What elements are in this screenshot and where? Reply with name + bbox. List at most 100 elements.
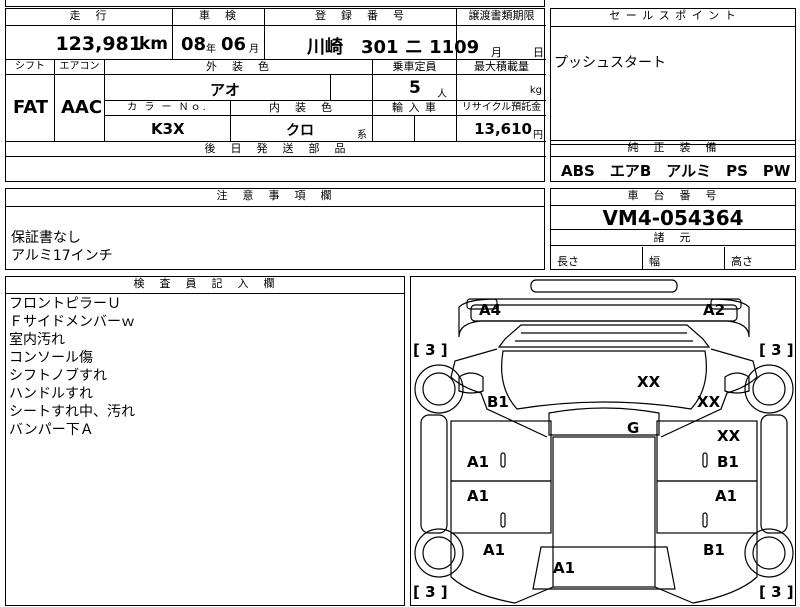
hood [497,324,711,348]
inspector-lines: フロントピラーＵ Ｆサイドメンバーｗ 室内汚れ コンソール傷 シフトノブすれ ハ… [9,295,135,439]
distance-label: 走 行 [6,9,173,26]
distance-cell: 123,981 km [6,26,173,60]
mark-a1-bottom: A1 [553,559,576,577]
tire-label-front-left: [ 3 ] [413,341,448,359]
left-front-door [450,420,552,482]
mark-a4: A4 [479,301,502,319]
inspector-line: コンソール傷 [9,350,93,366]
inspector-line: フロントピラーＵ [9,296,121,312]
sales-point-label: セ ー ル ス ポ イ ン ト [551,9,795,27]
dimensions-length: 長さ [551,247,643,269]
inspector-line: Ｆサイドメンバーｗ [9,314,135,330]
distance-unit: km [138,34,168,54]
max-load-label: 最大積載量 [457,60,546,75]
mark-a1-left-1: A1 [467,453,490,471]
tire-label-rear-right: [ 3 ] [759,583,794,601]
recycle-label: リサイクル預託金 [457,101,546,116]
notes-label: 注 意 事 項 欄 [6,189,544,207]
notes-box: 注 意 事 項 欄 保証書なし アルミ17インチ [5,188,545,270]
notes-line: 保証書なし [11,230,81,246]
import-label: 輸 入 車 [373,101,457,116]
rear-left-tire [414,528,464,578]
transfer-deadline-cell: 月 日 [457,26,546,60]
dimensions-height: 高さ [731,255,753,268]
tire-label-front-right: [ 3 ] [759,341,794,359]
recycle-value: 13,610 [474,120,532,138]
notes-lines: 保証書なし アルミ17インチ [11,229,113,265]
left-sill [420,414,448,534]
aircon-value: AAC [61,97,103,118]
interior-color-cell: クロ 系 [231,116,373,142]
sales-point-value: プッシュスタート [554,55,666,71]
max-load-cell: kg [457,75,546,101]
standard-equipment-value: ABS エアB アルミ PS PW [561,162,791,180]
top-partial-row [5,0,545,7]
exterior-color-cell: アオ [105,75,331,101]
capacity-cell: 5 人 [373,75,457,101]
aircon-cell: AAC [55,75,105,142]
front-left-tire [414,364,464,414]
mark-xx-2: XX [697,393,721,411]
car-diagram-box: A4 A2 XX XX XX B1 G A1 B1 A1 A1 A1 B1 A1… [410,276,796,606]
mark-b1-right: B1 [717,453,739,471]
vehicle-info-table: 走 行 車 検 登 録 番 号 譲渡書類期限 123,981 km 08 年 0… [5,8,546,182]
exterior-color-extra [331,75,373,101]
windshield [501,350,707,410]
right-sill [760,414,788,534]
front-right-tire [744,364,794,414]
roof [548,407,660,436]
tire-label-rear-left: [ 3 ] [413,583,448,601]
chassis-value: VM4-054364 [551,206,795,230]
import-cell-1 [373,116,415,142]
mark-xx-1: XX [637,373,661,391]
shift-value: FAT [13,97,49,118]
import-cell-2 [415,116,457,142]
rear-right-tire [744,528,794,578]
inspector-line: ハンドルすれ [9,386,93,402]
later-parts-label: 後 日 発 送 部 品 [6,142,546,157]
dimensions-width: 幅 [643,247,725,269]
mark-a2: A2 [703,301,726,319]
color-no-value: K3X [151,120,185,138]
color-no-label: カ ラ ー Ｎｏ. [105,101,231,116]
mark-b1-left: B1 [487,393,509,411]
inspection-label: 車 検 [173,9,265,26]
front-bumper [530,279,678,293]
mark-a1-left-3: A1 [483,541,506,559]
front-grille [470,304,738,322]
registration-label: 登 録 番 号 [265,9,457,26]
inspector-line: シートすれ中、汚れ [9,404,135,420]
dimensions-label: 諸 元 [551,231,795,246]
chassis-label: 車 台 番 号 [551,189,795,206]
exterior-color-label: 外 装 色 [105,60,373,75]
standard-equipment-label: 純 正 装 備 [551,141,795,157]
aircon-label: エアコン [55,60,105,75]
shift-label: シフト [6,60,55,75]
distance-value: 123,981 [55,33,142,55]
inspector-line: シフトノブすれ [9,368,107,384]
interior-color-label: 内 装 色 [231,101,373,116]
later-parts-cell [6,157,546,182]
notes-line: アルミ17インチ [11,248,113,264]
capacity-label: 乗車定員 [373,60,457,75]
sales-point-box: セ ー ル ス ポ イ ン ト プッシュスタート [550,8,796,145]
registration-cell: 川崎 301 ニ 1109 [265,26,479,60]
inspection-cell: 08 年 06 月 [173,26,265,60]
transfer-deadline-label: 譲渡書類期限 [457,9,546,26]
inspector-line: 室内汚れ [9,332,65,348]
mark-a1-left-2: A1 [467,487,490,505]
color-no-cell: K3X [105,116,231,142]
mark-b1-rear: B1 [703,541,725,559]
inspector-box: 検 査 員 記 入 欄 フロントピラーＵ Ｆサイドメンバーｗ 室内汚れ コンソー… [5,276,405,606]
inspector-line: バンパー下Ａ [9,422,94,438]
shift-cell: FAT [6,75,55,142]
standard-equipment-box: 純 正 装 備 ABS エアB アルミ PS PW [550,140,796,182]
exterior-color-value: アオ [210,81,241,99]
mark-g: G [627,419,640,437]
chassis-box: 車 台 番 号 VM4-054364 諸 元 長さ 幅 高さ [550,188,796,270]
inspector-label: 検 査 員 記 入 欄 [6,277,404,294]
mark-a1-right: A1 [715,487,738,505]
recycle-cell: 13,610 円 [457,116,546,142]
right-front-door [656,420,758,482]
mark-xx-3: XX [717,427,741,445]
